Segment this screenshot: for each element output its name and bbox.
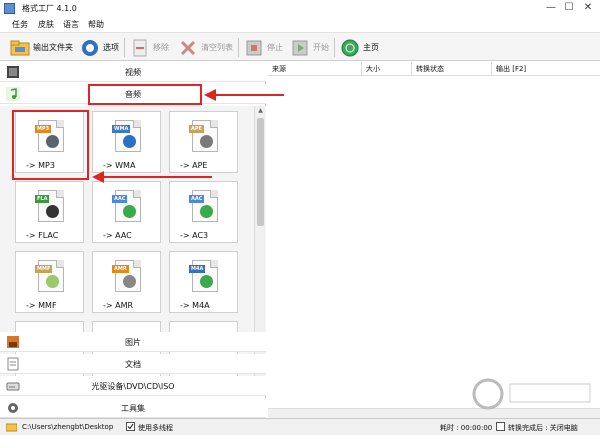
mmf-file-icon: MMF xyxy=(35,260,64,292)
column-header-source[interactable]: 来源 xyxy=(268,62,362,76)
format-tile-ape[interactable]: APE -> APE xyxy=(169,111,238,173)
stop-icon xyxy=(244,38,264,58)
toolbar-divider xyxy=(238,38,239,57)
baidu-watermark-logo xyxy=(472,378,591,410)
category-document[interactable]: 文档 xyxy=(0,354,266,374)
app-logo-icon xyxy=(4,3,15,14)
stop-button[interactable]: 停止 xyxy=(244,37,283,58)
scroll-up-arrow-icon[interactable]: ▲ xyxy=(255,106,266,116)
format-tile-aac[interactable]: AAC -> AAC xyxy=(92,181,161,243)
window-title: 格式工厂 4.1.0 xyxy=(22,4,77,13)
status-bar: C:\Users\zhengbt\Desktop 使用多线程 耗时 : 00:0… xyxy=(0,418,600,435)
multithread-label: 使用多线程 xyxy=(138,424,173,432)
menu-skin[interactable]: 皮肤 xyxy=(38,19,54,30)
category-rom-device[interactable]: 光驱设备\DVD\CD\ISO xyxy=(0,376,266,396)
flac-file-icon: FLA xyxy=(35,190,64,222)
format-tile-amr[interactable]: AMR -> AMR xyxy=(92,251,161,313)
wma-file-icon: WMA xyxy=(112,120,141,152)
aac-file-icon: AAC xyxy=(112,190,141,222)
file-list-table: 来源 大小 转换状态 输出 [F2] xyxy=(268,62,600,418)
menu-help[interactable]: 帮助 xyxy=(88,19,104,30)
multithread-checkbox[interactable] xyxy=(126,422,135,433)
category-picture[interactable]: 图片 xyxy=(0,332,266,352)
options-icon xyxy=(80,38,100,58)
output-folder-button[interactable]: 输出文件夹 xyxy=(10,37,73,58)
elapsed-time: 耗时 : 00:00:00 xyxy=(440,424,493,432)
globe-icon xyxy=(340,38,360,58)
ape-file-icon: APE xyxy=(189,120,218,152)
category-video[interactable]: 视频 xyxy=(0,62,266,82)
column-header-output[interactable]: 输出 [F2] xyxy=(492,62,600,76)
after-done-label: 转换完成后 : 关闭电脑 xyxy=(508,424,578,432)
clear-icon xyxy=(178,38,198,58)
folder-icon xyxy=(5,422,18,434)
clear-list-button[interactable]: 清空列表 xyxy=(178,37,233,58)
arrow-to-audio-icon xyxy=(204,89,284,101)
format-tile-mmf[interactable]: MMF -> MMF xyxy=(15,251,84,313)
format-tile-ac3[interactable]: AAC -> AC3 xyxy=(169,181,238,243)
toolbar-divider xyxy=(334,38,335,57)
menu-tasks[interactable]: 任务 xyxy=(12,19,28,30)
menu-language[interactable]: 语言 xyxy=(63,19,79,30)
format-tile-m4a[interactable]: M4A -> M4A xyxy=(169,251,238,313)
title-bar: 格式工厂 4.1.0 — ☐ ✕ xyxy=(0,0,600,17)
amr-file-icon: AMR xyxy=(112,260,141,292)
remove-icon xyxy=(130,38,150,58)
menu-bar: 任务 皮肤 语言 帮助 xyxy=(0,17,600,32)
format-tile-flac[interactable]: FLA -> FLAC xyxy=(15,181,84,243)
format-tile-wma[interactable]: WMA -> WMA xyxy=(92,111,161,173)
m4a-file-icon: M4A xyxy=(189,260,218,292)
after-done-checkbox[interactable] xyxy=(496,422,505,433)
highlight-box-mp3 xyxy=(12,110,89,180)
scroll-thumb[interactable] xyxy=(257,118,264,226)
ac3-file-icon: AAC xyxy=(189,190,218,222)
column-header-size[interactable]: 大小 xyxy=(362,62,412,76)
remove-button[interactable]: 移除 xyxy=(130,37,169,58)
options-button[interactable]: 选项 xyxy=(80,37,119,58)
toolbar: 输出文件夹 选项 移除 清空列表 停止 开始 主页 xyxy=(0,32,600,61)
arrow-to-mp3-icon xyxy=(92,171,212,183)
close-button[interactable]: ✕ xyxy=(577,1,599,15)
start-button[interactable]: 开始 xyxy=(290,37,329,58)
start-icon xyxy=(290,38,310,58)
output-path[interactable]: C:\Users\zhengbt\Desktop xyxy=(22,423,113,431)
home-button[interactable]: 主页 xyxy=(340,37,379,58)
highlight-box-audio xyxy=(88,84,202,105)
column-header-status[interactable]: 转换状态 xyxy=(412,62,492,76)
category-tools[interactable]: 工具集 xyxy=(0,398,266,418)
toolbar-divider xyxy=(124,38,125,57)
folder-icon xyxy=(10,38,30,58)
